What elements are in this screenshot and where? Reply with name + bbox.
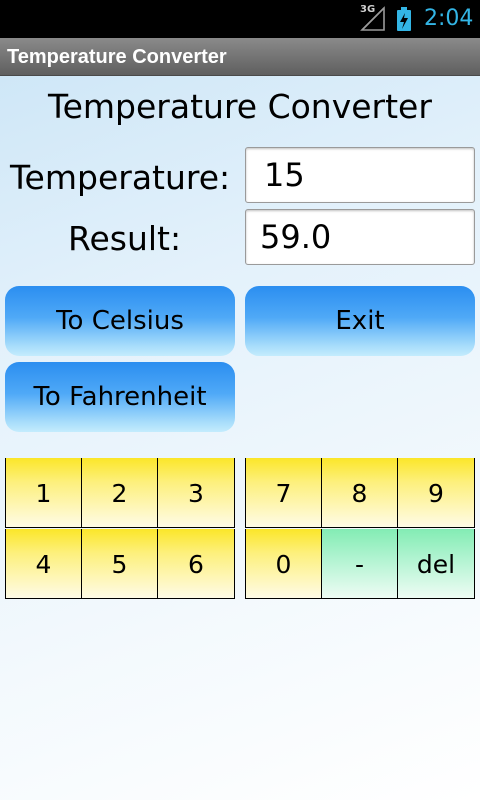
- app-title-bar: Temperature Converter: [0, 38, 480, 76]
- exit-button[interactable]: Exit: [245, 286, 475, 356]
- to-fahrenheit-button[interactable]: To Fahrenheit: [5, 362, 235, 432]
- key-8[interactable]: 8: [321, 458, 397, 528]
- key-6[interactable]: 6: [157, 529, 235, 599]
- result-field[interactable]: 59.0: [245, 209, 475, 265]
- keypad-left: 1 2 3 4 5 6: [5, 458, 235, 600]
- battery-charging-icon: [397, 7, 411, 31]
- key-3[interactable]: 3: [157, 458, 235, 528]
- key-1[interactable]: 1: [5, 458, 81, 528]
- key-0[interactable]: 0: [245, 529, 321, 599]
- signal-icon: [360, 6, 385, 31]
- temperature-input[interactable]: 15: [245, 147, 475, 203]
- page-heading: Temperature Converter: [48, 87, 432, 126]
- status-bar: 3G 2:04: [0, 0, 480, 38]
- clock-time: 2:04: [424, 6, 474, 31]
- to-celsius-button[interactable]: To Celsius: [5, 286, 235, 356]
- key-2[interactable]: 2: [81, 458, 157, 528]
- key-4[interactable]: 4: [5, 529, 81, 599]
- result-label: Result:: [68, 219, 182, 258]
- key-minus[interactable]: -: [321, 529, 397, 599]
- key-5[interactable]: 5: [81, 529, 157, 599]
- temperature-label: Temperature:: [10, 158, 231, 197]
- key-delete[interactable]: del: [397, 529, 475, 599]
- key-9[interactable]: 9: [397, 458, 475, 528]
- app-title: Temperature Converter: [7, 46, 227, 68]
- key-7[interactable]: 7: [245, 458, 321, 528]
- keypad-right: 7 8 9 0 - del: [245, 458, 475, 600]
